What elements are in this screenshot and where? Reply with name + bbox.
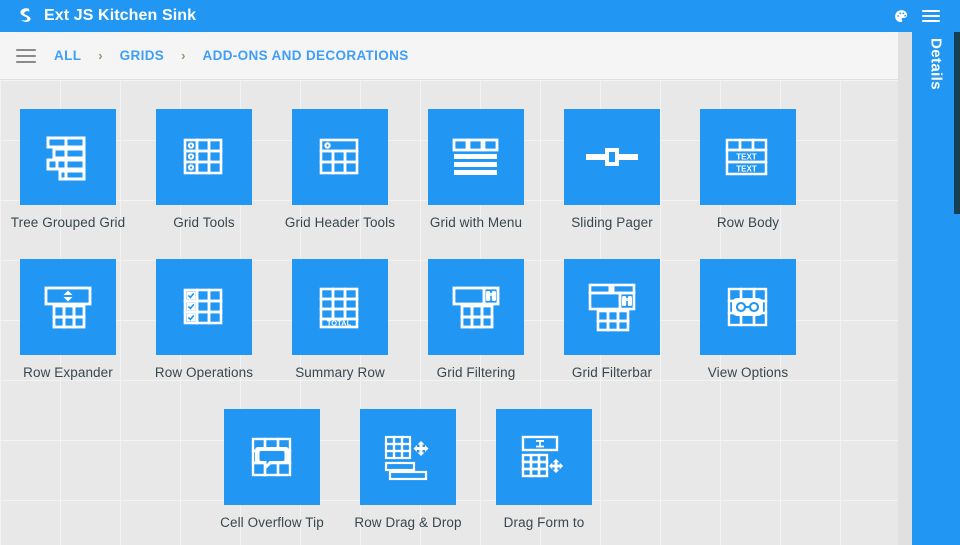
grid-with-menu-icon xyxy=(428,109,524,205)
tile-label: Grid Filtering xyxy=(436,365,516,380)
hamburger-lines xyxy=(922,10,940,22)
tile-label: Row Operations xyxy=(154,365,254,380)
tile-label: Row Drag & Drop xyxy=(354,515,462,530)
sliding-pager-icon xyxy=(564,109,660,205)
summary-row-text: TOTAL xyxy=(327,319,352,328)
tile-cell-overflow-tip[interactable]: Cell Overflow Tip xyxy=(204,409,340,531)
hamburger-menu-icon[interactable] xyxy=(916,1,946,31)
palette-icon[interactable] xyxy=(886,1,916,31)
tile-grid-filtering[interactable]: Grid Filtering xyxy=(408,259,544,381)
page-scrollbar-thumb[interactable] xyxy=(954,32,960,214)
chevron-right-icon: › xyxy=(181,48,186,63)
tile-grid-tools[interactable]: Grid Tools xyxy=(136,109,272,231)
row-body-icon: TEXT TEXT xyxy=(700,109,796,205)
breadcrumb: ALL › GRIDS › ADD-ONS AND DECORATIONS xyxy=(0,32,898,80)
tile-row-expander[interactable]: Row Expander xyxy=(0,259,136,381)
tile-label: Sliding Pager xyxy=(571,215,653,230)
sencha-logo-icon xyxy=(12,3,38,29)
tile-grid-with-menu[interactable]: Grid with Menu xyxy=(408,109,544,231)
summary-row-icon: TOTAL xyxy=(292,259,388,355)
tile-label: Grid Header Tools xyxy=(284,215,396,230)
grid-tools-icon xyxy=(156,109,252,205)
tile-grid-filterbar[interactable]: Grid Filterbar xyxy=(544,259,680,381)
tile-label: Summary Row xyxy=(295,365,385,380)
tile-label: Grid with Menu xyxy=(429,215,523,230)
tile-grid-header-tools[interactable]: Grid Header Tools xyxy=(272,109,408,231)
tile-row-body[interactable]: TEXT TEXT Row Body xyxy=(680,109,816,231)
tile-label: Cell Overflow Tip xyxy=(220,515,324,530)
tile-summary-row[interactable]: TOTAL Summary Row xyxy=(272,259,408,381)
grid-filtering-icon xyxy=(428,259,524,355)
drag-form-to-grid-icon xyxy=(496,409,592,505)
tile-row-operations[interactable]: Row Operations xyxy=(136,259,272,381)
row-drag-drop-icon xyxy=(360,409,456,505)
tile-sliding-pager[interactable]: Sliding Pager xyxy=(544,109,680,231)
details-label: Details xyxy=(927,38,945,90)
tile-view-options[interactable]: View Options xyxy=(680,259,816,381)
breadcrumb-item-add-ons-and-decorations[interactable]: ADD-ONS AND DECORATIONS xyxy=(203,48,409,63)
chevron-right-icon: › xyxy=(98,48,103,63)
grid-header-tools-icon xyxy=(292,109,388,205)
breadcrumb-item-all[interactable]: ALL xyxy=(54,48,81,63)
tile-label: Row Expander xyxy=(23,365,113,380)
tile-grid: Tree Grouped Grid Grid Tools Grid Header… xyxy=(0,80,898,545)
details-panel-tab[interactable]: Details xyxy=(912,32,960,545)
tile-label: Grid Tools xyxy=(173,215,235,230)
tile-label: Drag Form to xyxy=(503,515,585,530)
tile-tree-grouped-grid[interactable]: Tree Grouped Grid xyxy=(0,109,136,231)
row-operations-icon xyxy=(156,259,252,355)
tree-grouped-grid-icon xyxy=(20,109,116,205)
row-body-text: TEXT xyxy=(736,165,757,174)
app-title: Ext JS Kitchen Sink xyxy=(44,7,197,24)
tile-canvas: Tree Grouped Grid Grid Tools Grid Header… xyxy=(0,80,898,545)
app-header: Ext JS Kitchen Sink xyxy=(0,0,960,32)
row-body-text: TEXT xyxy=(736,153,757,162)
breadcrumb-item-grids[interactable]: GRIDS xyxy=(120,48,165,63)
list-menu-icon[interactable] xyxy=(16,48,36,63)
row-expander-icon xyxy=(20,259,116,355)
tile-label: Row Body xyxy=(716,215,780,230)
cell-overflow-tip-icon xyxy=(224,409,320,505)
tile-drag-form-to-grid[interactable]: Drag Form to xyxy=(476,409,612,531)
kitchen-sink-app: Ext JS Kitchen Sink ALL › GRIDS › ADD-ON… xyxy=(0,0,960,545)
grid-filterbar-icon xyxy=(564,259,660,355)
tile-label: View Options xyxy=(707,365,789,380)
tile-label: Tree Grouped Grid xyxy=(10,215,126,230)
content-scroll-gutter[interactable] xyxy=(898,32,912,545)
tile-label: Grid Filterbar xyxy=(571,365,653,380)
tile-row-drag-and-drop[interactable]: Row Drag & Drop xyxy=(340,409,476,531)
view-options-icon xyxy=(700,259,796,355)
